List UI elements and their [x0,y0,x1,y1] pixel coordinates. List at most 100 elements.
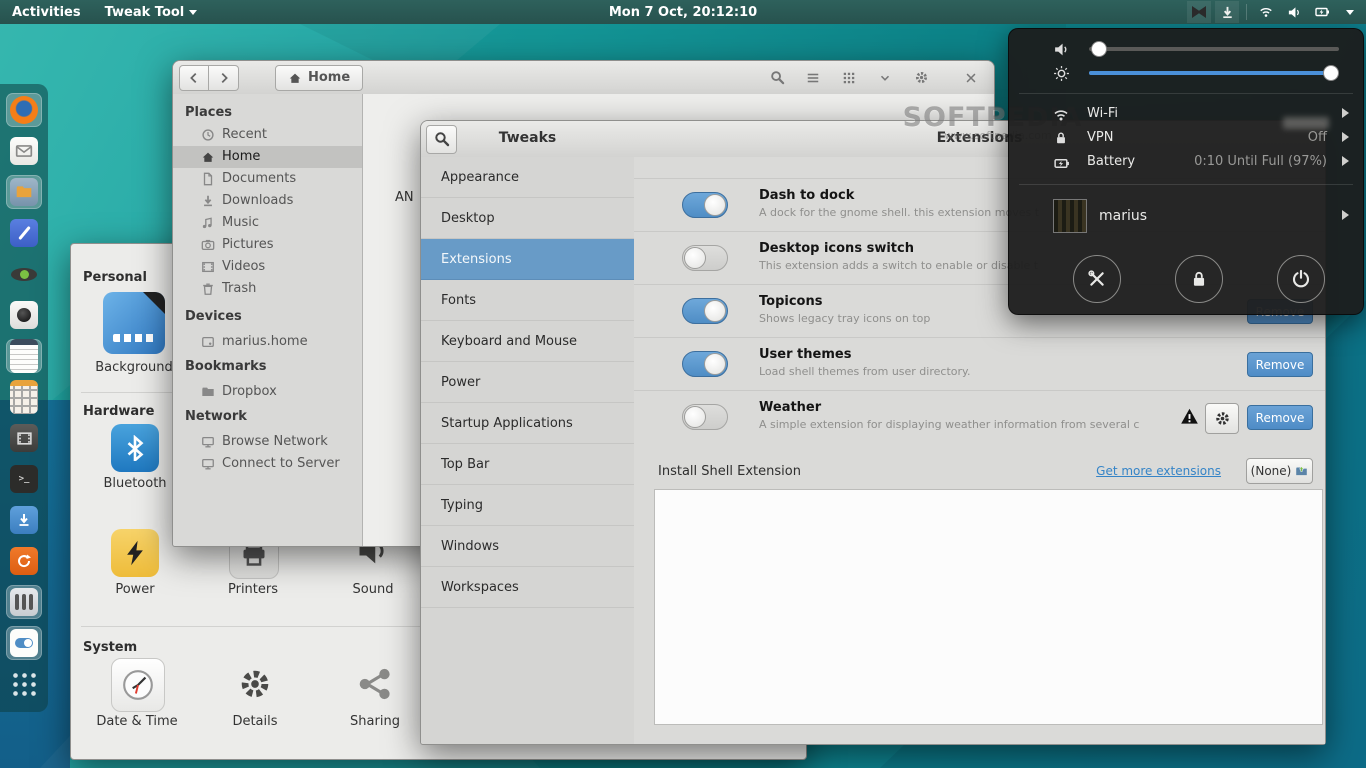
wifi-icon [1051,107,1071,123]
battery-icon[interactable] [1310,1,1334,23]
sidebar-heading-places: Places [185,102,232,124]
dock-item-video-editor[interactable] [6,421,42,455]
extension-drop-area[interactable] [654,489,1323,725]
dash-to-dock-toggle[interactable] [682,192,728,218]
dock-item-software-updater[interactable] [6,544,42,578]
dock-item-app-grid[interactable] [6,667,42,701]
extension-file-chooser-button[interactable]: (None) [1246,458,1313,484]
sidebar-item-music[interactable]: Music [173,212,362,234]
clock-icon [201,128,215,142]
tweaks-sidebar-keyboard-mouse[interactable]: Keyboard and Mouse [421,321,634,362]
tweaks-sidebar-top-bar[interactable]: Top Bar [421,444,634,485]
dock-item-firefox[interactable] [6,93,42,127]
remove-button[interactable]: Remove [1247,352,1313,377]
brightness-slider-handle[interactable] [1323,65,1339,81]
music-icon [201,216,215,230]
dock-item-paint[interactable] [6,216,42,250]
dock-item-software-installer[interactable] [6,503,42,537]
settings-item-sharing[interactable] [351,660,399,708]
dock-item-files[interactable] [6,175,42,209]
sidebar-item-home[interactable]: Home [173,146,362,168]
sidebar-item-browse-network[interactable]: Browse Network [173,431,362,453]
app-menu-button[interactable]: Tweak Tool [93,0,210,24]
topicons-toggle[interactable] [682,298,728,324]
settings-item-background[interactable] [103,292,165,354]
dock-item-calculator[interactable] [6,380,42,414]
install-tray-icon[interactable] [1215,1,1239,23]
legacy-tray-icon[interactable] [1187,1,1211,23]
power-button[interactable] [1277,255,1325,303]
dock-item-tweak-tool[interactable] [6,626,42,660]
tweaks-sidebar-desktop[interactable]: Desktop [421,198,634,239]
volume-icon[interactable] [1282,1,1306,23]
weather-toggle[interactable] [682,404,728,430]
sidebar-item-connect-to-server[interactable]: Connect to Server [173,453,362,475]
files-toolbar-icons [762,64,986,92]
settings-item-label[interactable]: Sharing [320,714,430,729]
folder-icon [201,385,215,399]
settings-item-datetime[interactable] [111,658,165,712]
warning-icon [1180,407,1199,426]
extension-row-weather: Weather A simple extension for displayin… [634,390,1325,444]
remove-button[interactable]: Remove [1247,405,1313,430]
sidebar-item-downloads[interactable]: Downloads [173,190,362,212]
tweaks-sidebar-power[interactable]: Power [421,362,634,403]
tweaks-sidebar-extensions[interactable]: Extensions [421,239,634,280]
settings-item-label[interactable]: Sound [318,582,428,597]
get-more-extensions-link[interactable]: Get more extensions [1096,464,1221,478]
dock-item-mail[interactable] [6,134,42,168]
wifi-icon[interactable] [1254,1,1278,23]
desktop-icons-toggle[interactable] [682,245,728,271]
settings-item-power[interactable] [111,529,159,577]
settings-item-details[interactable] [231,660,279,708]
tweaks-sidebar-fonts[interactable]: Fonts [421,280,634,321]
activities-button[interactable]: Activities [0,0,93,24]
zoom-menu-icon[interactable] [870,64,900,92]
user-themes-toggle[interactable] [682,351,728,377]
tweaks-sidebar-windows[interactable]: Windows [421,526,634,567]
sidebar-item-documents[interactable]: Documents [173,168,362,190]
settings-item-label[interactable]: Power [80,582,190,597]
lock-screen-button[interactable] [1175,255,1223,303]
sidebar-item-trash[interactable]: Trash [173,278,362,300]
settings-item-label[interactable]: Printers [198,582,308,597]
sidebar-item-videos[interactable]: Videos [173,256,362,278]
path-button-home[interactable]: Home [275,65,363,91]
sidebar-item-pictures[interactable]: Pictures [173,234,362,256]
battery-icon [1051,155,1071,172]
dock-item-terminal[interactable]: >_ [6,462,42,496]
search-icon[interactable] [762,64,792,92]
file-label[interactable]: AN [395,190,414,205]
sidebar-item-marius-home[interactable]: marius.home [173,331,362,353]
tweaks-sidebar-startup-applications[interactable]: Startup Applications [421,403,634,444]
back-button[interactable] [179,65,209,91]
settings-button[interactable] [1073,255,1121,303]
brightness-icon [1051,65,1071,82]
tweaks-sidebar-typing[interactable]: Typing [421,485,634,526]
brightness-slider[interactable] [1089,71,1339,75]
settings-item-bluetooth[interactable] [111,424,159,472]
volume-slider-handle[interactable] [1091,41,1107,57]
close-icon[interactable] [956,64,986,92]
settings-item-label[interactable]: Details [200,714,310,729]
list-view-icon[interactable] [798,64,828,92]
grid-view-icon[interactable] [834,64,864,92]
dock-item-settings-sliders[interactable] [6,585,42,619]
lock-icon [1190,270,1208,288]
menu-arrow-icon[interactable] [1338,1,1362,23]
forward-button[interactable] [209,65,239,91]
dock-item-privacy-eye[interactable] [6,257,42,291]
tweaks-sidebar-workspaces[interactable]: Workspaces [421,567,634,608]
dock-item-camera[interactable] [6,298,42,332]
extension-settings-button[interactable] [1205,403,1239,434]
files-titlebar: Home [173,61,994,95]
sidebar-item-dropbox[interactable]: Dropbox [173,381,362,403]
sidebar-item-recent[interactable]: Recent [173,124,362,146]
actions-gear-icon[interactable] [906,64,936,92]
status-area [1187,0,1362,24]
settings-item-label[interactable]: Date & Time [82,714,192,729]
dock-item-notes[interactable] [6,339,42,373]
install-shell-extension-label: Install Shell Extension [658,464,801,479]
tweaks-sidebar-appearance[interactable]: Appearance [421,157,634,198]
volume-slider[interactable] [1089,47,1339,51]
